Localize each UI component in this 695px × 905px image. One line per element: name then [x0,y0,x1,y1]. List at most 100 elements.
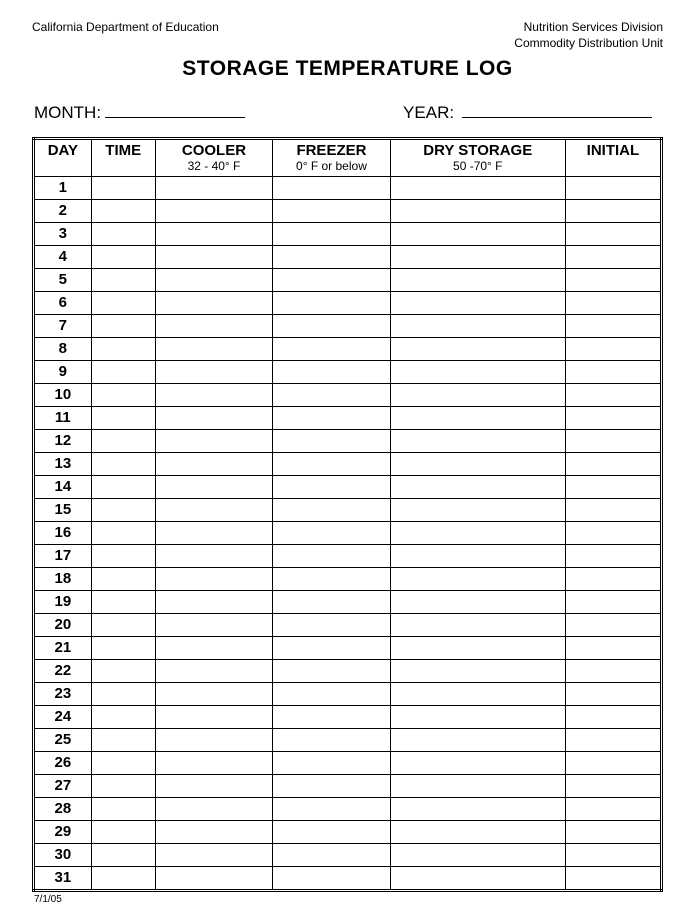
dry-cell[interactable] [390,521,565,544]
initial-cell[interactable] [565,590,661,613]
cooler-cell[interactable] [155,360,272,383]
dry-cell[interactable] [390,544,565,567]
freezer-cell[interactable] [273,521,390,544]
time-cell[interactable] [91,314,155,337]
cooler-cell[interactable] [155,774,272,797]
initial-cell[interactable] [565,222,661,245]
time-cell[interactable] [91,659,155,682]
time-cell[interactable] [91,176,155,199]
cooler-cell[interactable] [155,705,272,728]
time-cell[interactable] [91,866,155,890]
time-cell[interactable] [91,728,155,751]
dry-cell[interactable] [390,866,565,890]
freezer-cell[interactable] [273,728,390,751]
time-cell[interactable] [91,567,155,590]
dry-cell[interactable] [390,774,565,797]
time-cell[interactable] [91,268,155,291]
initial-cell[interactable] [565,475,661,498]
time-cell[interactable] [91,521,155,544]
dry-cell[interactable] [390,291,565,314]
freezer-cell[interactable] [273,176,390,199]
dry-cell[interactable] [390,314,565,337]
time-cell[interactable] [91,820,155,843]
freezer-cell[interactable] [273,245,390,268]
cooler-cell[interactable] [155,406,272,429]
freezer-cell[interactable] [273,199,390,222]
dry-cell[interactable] [390,475,565,498]
dry-cell[interactable] [390,383,565,406]
cooler-cell[interactable] [155,291,272,314]
dry-cell[interactable] [390,222,565,245]
cooler-cell[interactable] [155,222,272,245]
cooler-cell[interactable] [155,636,272,659]
freezer-cell[interactable] [273,866,390,890]
initial-cell[interactable] [565,567,661,590]
freezer-cell[interactable] [273,797,390,820]
time-cell[interactable] [91,544,155,567]
initial-cell[interactable] [565,498,661,521]
cooler-cell[interactable] [155,866,272,890]
cooler-cell[interactable] [155,544,272,567]
freezer-cell[interactable] [273,222,390,245]
initial-cell[interactable] [565,268,661,291]
initial-cell[interactable] [565,659,661,682]
freezer-cell[interactable] [273,705,390,728]
cooler-cell[interactable] [155,383,272,406]
freezer-cell[interactable] [273,613,390,636]
time-cell[interactable] [91,475,155,498]
initial-cell[interactable] [565,774,661,797]
time-cell[interactable] [91,774,155,797]
initial-cell[interactable] [565,521,661,544]
initial-cell[interactable] [565,728,661,751]
initial-cell[interactable] [565,176,661,199]
cooler-cell[interactable] [155,567,272,590]
cooler-cell[interactable] [155,682,272,705]
freezer-cell[interactable] [273,452,390,475]
dry-cell[interactable] [390,245,565,268]
time-cell[interactable] [91,590,155,613]
freezer-cell[interactable] [273,268,390,291]
time-cell[interactable] [91,360,155,383]
dry-cell[interactable] [390,268,565,291]
dry-cell[interactable] [390,797,565,820]
time-cell[interactable] [91,452,155,475]
time-cell[interactable] [91,337,155,360]
cooler-cell[interactable] [155,590,272,613]
time-cell[interactable] [91,613,155,636]
dry-cell[interactable] [390,659,565,682]
freezer-cell[interactable] [273,751,390,774]
cooler-cell[interactable] [155,659,272,682]
time-cell[interactable] [91,498,155,521]
dry-cell[interactable] [390,636,565,659]
time-cell[interactable] [91,705,155,728]
time-cell[interactable] [91,222,155,245]
cooler-cell[interactable] [155,245,272,268]
freezer-cell[interactable] [273,636,390,659]
initial-cell[interactable] [565,314,661,337]
time-cell[interactable] [91,406,155,429]
cooler-cell[interactable] [155,429,272,452]
time-cell[interactable] [91,383,155,406]
freezer-cell[interactable] [273,774,390,797]
freezer-cell[interactable] [273,567,390,590]
initial-cell[interactable] [565,383,661,406]
year-input-line[interactable] [462,99,652,118]
freezer-cell[interactable] [273,406,390,429]
initial-cell[interactable] [565,820,661,843]
dry-cell[interactable] [390,337,565,360]
initial-cell[interactable] [565,199,661,222]
cooler-cell[interactable] [155,452,272,475]
cooler-cell[interactable] [155,314,272,337]
initial-cell[interactable] [565,544,661,567]
cooler-cell[interactable] [155,820,272,843]
freezer-cell[interactable] [273,682,390,705]
freezer-cell[interactable] [273,475,390,498]
dry-cell[interactable] [390,682,565,705]
initial-cell[interactable] [565,843,661,866]
dry-cell[interactable] [390,429,565,452]
dry-cell[interactable] [390,705,565,728]
initial-cell[interactable] [565,613,661,636]
cooler-cell[interactable] [155,613,272,636]
freezer-cell[interactable] [273,659,390,682]
cooler-cell[interactable] [155,268,272,291]
